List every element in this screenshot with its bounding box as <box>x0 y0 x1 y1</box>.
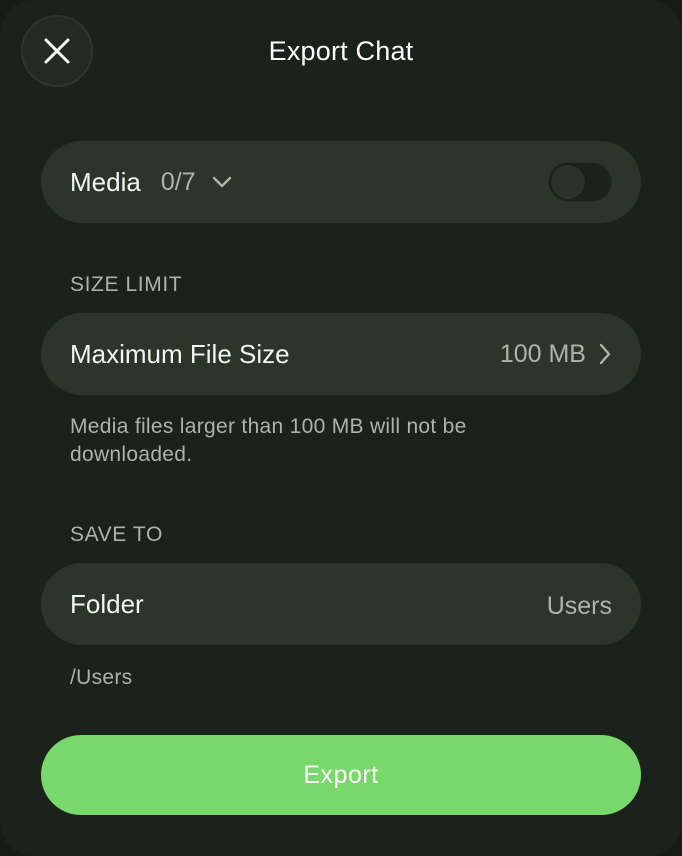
size-limit-section-label: SIZE LIMIT <box>70 273 183 296</box>
max-file-size-row[interactable]: Maximum File Size 100 MB <box>41 313 641 395</box>
max-file-size-label: Maximum File Size <box>70 338 290 369</box>
size-limit-note: Media files larger than 100 MB will not … <box>70 415 467 466</box>
dialog-title: Export Chat <box>268 36 414 66</box>
folder-row[interactable]: Folder Users <box>41 563 641 645</box>
folder-path: /Users <box>70 666 133 689</box>
media-count: 0/7 <box>160 167 196 196</box>
media-row[interactable]: Media 0/7 <box>41 141 641 223</box>
media-toggle[interactable] <box>548 162 612 202</box>
save-to-section-label: SAVE TO <box>70 523 163 546</box>
folder-label: Folder <box>70 588 144 619</box>
max-file-size-value-wrap: 100 MB <box>500 340 612 369</box>
toggle-knob <box>551 165 585 199</box>
export-button[interactable]: Export <box>41 735 641 815</box>
media-label: Media <box>70 166 141 197</box>
max-file-size-value: 100 MB <box>499 339 586 368</box>
chevron-down-icon[interactable] <box>212 175 232 189</box>
export-chat-dialog: Export Chat Media 0/7 SIZE LIMIT Maximum… <box>0 0 682 856</box>
chevron-right-icon <box>598 342 612 366</box>
folder-value: Users <box>546 591 612 620</box>
